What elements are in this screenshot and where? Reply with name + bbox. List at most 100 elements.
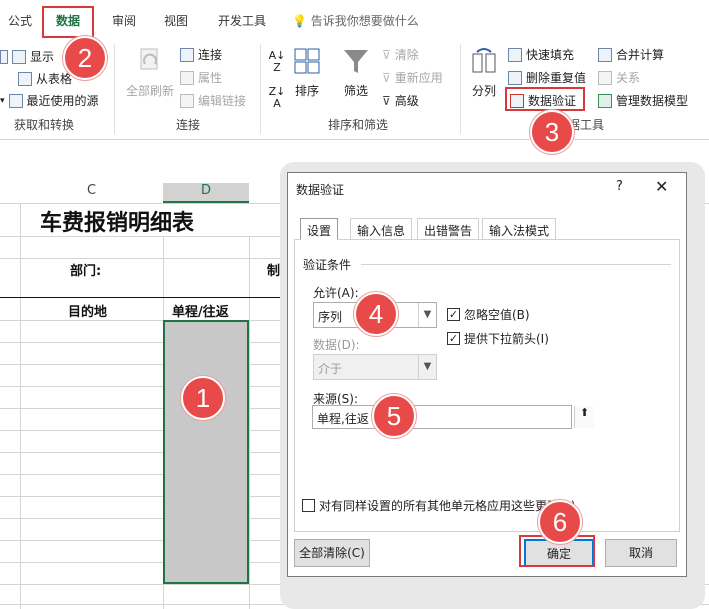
edit-links-icon <box>180 93 194 108</box>
edit-links-button[interactable]: 编辑链接 <box>180 92 246 109</box>
dialog-title: 数据验证 <box>296 183 345 197</box>
step-badge-4: 4 <box>354 292 398 336</box>
flash-fill-icon <box>508 47 522 62</box>
relationships-icon <box>598 70 612 85</box>
from-table-button[interactable]: 从表格 <box>18 70 72 87</box>
filter-funnel-icon <box>344 50 368 73</box>
recent-sources-button[interactable]: ▾ 最近使用的源 <box>0 92 99 109</box>
tab-review[interactable]: 审阅 <box>112 12 136 29</box>
remove-duplicates-icon <box>508 70 522 85</box>
tab-view[interactable]: 视图 <box>164 12 188 29</box>
checkbox-checked-icon: ✓ <box>447 308 460 321</box>
tab-formulas[interactable]: 公式 <box>8 12 32 29</box>
dropdown-arrow-icon: ▾ <box>0 95 5 106</box>
show-query-label: 显示 <box>30 50 55 64</box>
advanced-filter-button[interactable]: ⊽ 高级 <box>382 92 419 109</box>
consolidate-icon <box>598 47 612 62</box>
group-label-get-transform: 获取和转换 <box>14 118 75 132</box>
tab-error-alert[interactable]: 出错警告 <box>417 218 480 240</box>
flash-fill-label: 快速填充 <box>526 48 575 62</box>
text-to-columns-label: 分列 <box>471 84 496 98</box>
flash-fill-button[interactable]: 快速填充 <box>508 46 574 63</box>
clear-all-button[interactable]: 全部清除(C) <box>294 539 370 567</box>
data-select[interactable]: 介于 ▼ <box>313 354 437 380</box>
cell-dept-label[interactable]: 部门: <box>70 260 101 279</box>
section-divider <box>361 264 671 265</box>
connections-label: 连接 <box>198 48 223 62</box>
clear-filter-button[interactable]: ⊽ 清除 <box>382 46 419 63</box>
ignore-blank-label: 忽略空值(B) <box>464 308 530 322</box>
in-cell-dropdown-checkbox[interactable]: ✓ 提供下拉箭头(I) <box>447 330 549 347</box>
reapply-icon: ⊽ <box>382 70 391 85</box>
properties-button[interactable]: 属性 <box>180 69 222 86</box>
manage-data-model-label: 管理数据模型 <box>616 94 689 108</box>
table-icon <box>0 49 8 64</box>
apply-all-label: 对有同样设置的所有其他单元格应用这些更改(P) <box>319 499 576 513</box>
sort-ascending-button[interactable]: A↓ Z <box>266 50 288 74</box>
data-select-value: 介于 <box>318 362 343 376</box>
collapse-dialog-icon[interactable]: ⬆ <box>574 406 594 428</box>
grid-line <box>249 236 250 609</box>
filter-button[interactable]: 筛选 <box>336 46 376 99</box>
source-input-value: 单程,往返 <box>317 412 369 426</box>
selected-range-d[interactable] <box>163 320 249 584</box>
step-badge-3: 3 <box>530 110 574 154</box>
data-validation-dialog: 数据验证 ? ✕ 设置 输入信息 出错警告 输入法模式 验证条件 允许(A): … <box>287 172 687 577</box>
cell-header-trip-type[interactable]: 单程/往返 <box>172 301 229 320</box>
grid-line <box>20 203 21 609</box>
consolidate-button[interactable]: 合并计算 <box>598 46 664 63</box>
from-table-icon <box>18 71 32 86</box>
tab-input-message[interactable]: 输入信息 <box>350 218 413 240</box>
refresh-icon <box>140 48 158 70</box>
in-cell-dropdown-label: 提供下拉箭头(I) <box>464 332 549 346</box>
text-to-columns-icon <box>472 48 496 73</box>
text-to-columns-button[interactable]: 分列 <box>466 46 502 99</box>
recent-sources-label: 最近使用的源 <box>26 94 99 108</box>
relationships-label: 关系 <box>616 71 641 85</box>
cancel-button[interactable]: 取消 <box>605 539 677 567</box>
column-header-d[interactable]: D <box>163 183 249 203</box>
ignore-blank-checkbox[interactable]: ✓ 忽略空值(B) <box>447 306 530 323</box>
remove-duplicates-button[interactable]: 删除重复值 <box>508 69 586 86</box>
tab-developer[interactable]: 开发工具 <box>218 12 266 29</box>
allow-label: 允许(A): <box>313 286 359 300</box>
group-label-sort-filter: 排序和筛选 <box>328 118 389 132</box>
sheet-title[interactable]: 车费报销明细表 <box>40 205 194 237</box>
step-badge-5: 5 <box>372 394 416 438</box>
tab-settings[interactable]: 设置 <box>300 218 339 240</box>
tell-me-search[interactable]: 💡 告诉我你想要做什么 <box>292 12 419 29</box>
group-label-connections: 连接 <box>176 118 201 132</box>
edit-links-label: 编辑链接 <box>198 94 247 108</box>
ribbon-separator <box>460 44 461 134</box>
reapply-label: 重新应用 <box>394 71 443 85</box>
cell-header-destination[interactable]: 目的地 <box>68 301 107 320</box>
close-icon[interactable]: ✕ <box>655 177 668 196</box>
tell-me-text: 告诉我你想要做什么 <box>310 14 419 28</box>
manage-data-model-button[interactable]: 管理数据模型 <box>598 92 688 109</box>
data-validation-highlight <box>505 87 585 111</box>
chevron-down-icon: ▼ <box>418 355 436 379</box>
data-model-icon <box>598 93 612 108</box>
sort-icon <box>294 48 320 74</box>
data-label: 数据(D): <box>313 338 360 352</box>
tab-ime-mode[interactable]: 输入法模式 <box>482 218 557 240</box>
step-badge-2: 2 <box>63 36 107 80</box>
column-header-c[interactable]: C <box>20 183 163 203</box>
show-query-button[interactable]: 显示 <box>0 48 54 65</box>
remove-duplicates-label: 删除重复值 <box>526 71 587 85</box>
ribbon-separator <box>260 44 261 134</box>
apply-all-checkbox[interactable]: 对有同样设置的所有其他单元格应用这些更改(P) <box>302 497 576 514</box>
help-button[interactable]: ? <box>616 179 623 194</box>
sort-az-icon: A↓ Z <box>268 49 286 74</box>
ribbon: 公式 数据 审阅 视图 开发工具 💡 告诉我你想要做什么 显示 从表格 ▾ 最近… <box>0 0 709 140</box>
reapply-button[interactable]: ⊽ 重新应用 <box>382 69 443 86</box>
tab-data-highlight <box>42 6 94 38</box>
connections-button[interactable]: 连接 <box>180 46 222 63</box>
allow-select-value: 序列 <box>318 310 343 324</box>
source-input[interactable]: 单程,往返 <box>312 405 572 429</box>
sort-za-icon: Z↓ A <box>268 85 286 110</box>
refresh-all-button[interactable]: 全部刷新 <box>122 46 178 99</box>
sort-descending-button[interactable]: Z↓ A <box>266 86 288 110</box>
sort-button[interactable]: 排序 <box>288 46 326 99</box>
relationships-button[interactable]: 关系 <box>598 69 640 86</box>
